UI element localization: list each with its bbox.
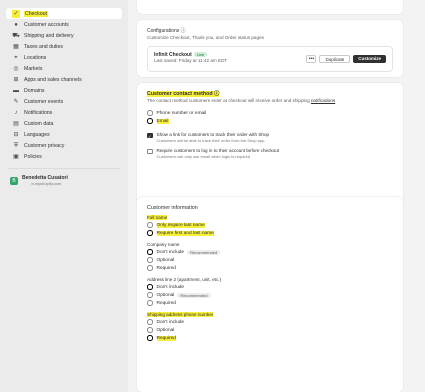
sidebar-item-label: Customer accounts xyxy=(24,21,69,28)
radio-selected-icon xyxy=(147,335,153,341)
sidebar-item-label: Customer events xyxy=(24,98,64,105)
previous-card xyxy=(137,0,403,14)
locations-icon: ⌖ xyxy=(14,54,18,61)
recommended-badge: Recommended xyxy=(177,292,211,298)
taxes-icon: ▦ xyxy=(13,43,19,50)
duplicate-button[interactable]: Duplicate xyxy=(319,55,351,63)
markets-icon: ◎ xyxy=(13,65,19,72)
radio-selected-icon xyxy=(147,284,153,290)
sidebar-item-customer-privacy[interactable]: ⛨ Customer privacy xyxy=(6,140,122,151)
sidebar-item-apps-and-sales-channels[interactable]: ⊞ Apps and sales channels xyxy=(6,74,122,85)
store-avatar: B xyxy=(10,176,18,185)
sidebar-item-locations[interactable]: ⌖ Locations xyxy=(6,52,122,63)
radio-icon xyxy=(147,257,153,263)
contact-method-description: The contact method customers enter at ch… xyxy=(147,98,311,103)
radio-company-optional[interactable]: Optional xyxy=(147,256,393,264)
domains-icon: ▬ xyxy=(13,87,19,94)
radio-only-last-name[interactable]: Only require last name xyxy=(147,221,393,229)
languages-icon: ⊟ xyxy=(13,131,19,138)
radio-icon xyxy=(147,319,153,325)
sidebar-item-customer-accounts[interactable]: ● Customer accounts xyxy=(6,19,122,30)
radio-email[interactable]: Email xyxy=(147,117,393,125)
settings-sidebar: ✓ Checkout ● Customer accounts ⛟ Shipping and… xyxy=(0,0,128,392)
contact-method-title: Customer contact method ⓘ xyxy=(147,91,220,97)
sidebar-item-label: Domains xyxy=(24,87,45,94)
privacy-icon: ⛨ xyxy=(13,142,19,149)
radio-address2-dont-include[interactable]: Don't include xyxy=(147,283,393,291)
radio-first-and-last-name[interactable]: Require first and last name xyxy=(147,229,393,237)
customer-accounts-icon: ● xyxy=(14,21,18,28)
store-domain: b.myshopify.com xyxy=(31,181,62,186)
recommended-badge: Recommended xyxy=(187,249,221,255)
sidebar-item-domains[interactable]: ▬ Domains xyxy=(6,85,122,96)
configurations-card: Configurations ⓘ Customize Checkout, Tha… xyxy=(137,20,403,77)
sidebar-item-custom-data[interactable]: ▤ Custom data xyxy=(6,118,122,129)
policies-icon: ▣ xyxy=(13,153,19,160)
configurations-title: Configurations ⓘ xyxy=(147,28,186,34)
radio-company-dont-include[interactable]: Don't include Recommended xyxy=(147,248,393,256)
radio-address2-optional[interactable]: Optional Recommended xyxy=(147,291,393,299)
sidebar-item-label: Languages xyxy=(24,131,50,138)
customize-button[interactable]: Customize xyxy=(353,55,386,63)
sidebar-item-policies[interactable]: ▣ Policies xyxy=(6,151,122,162)
radio-icon xyxy=(147,222,153,228)
customer-events-icon: ✎ xyxy=(13,98,19,105)
radio-selected-icon xyxy=(147,118,153,124)
radio-address2-required[interactable]: Required xyxy=(147,299,393,307)
radio-icon xyxy=(147,327,153,333)
checkbox-checked-icon: ✓ xyxy=(147,132,153,139)
sidebar-item-shipping-and-delivery[interactable]: ⛟ Shipping and delivery xyxy=(6,30,122,41)
sidebar-item-label: Locations xyxy=(24,54,47,61)
radio-icon xyxy=(147,110,153,116)
sidebar-item-label: Apps and sales channels xyxy=(24,76,82,83)
radio-selected-icon xyxy=(147,230,153,236)
sidebar-item-languages[interactable]: ⊟ Languages xyxy=(6,129,122,140)
sidebar-item-label: Notifications xyxy=(24,109,53,116)
notifications-link[interactable]: notifications xyxy=(311,98,335,103)
notifications-icon: ♪ xyxy=(14,109,18,116)
store-switcher[interactable]: B Benedetta Cusatori b.myshopify.com xyxy=(10,175,118,186)
radio-company-required[interactable]: Required xyxy=(147,264,393,272)
sidebar-item-label: Taxes and duties xyxy=(24,43,63,50)
sidebar-item-label: Markets xyxy=(24,65,43,72)
sidebar-item-checkout[interactable]: ✓ Checkout xyxy=(6,8,122,19)
sidebar-item-markets[interactable]: ◎ Markets xyxy=(6,63,122,74)
more-actions-button[interactable]: ••• xyxy=(306,55,317,63)
sidebar-item-label: Checkout xyxy=(24,10,48,17)
radio-icon xyxy=(147,292,153,298)
apps-icon: ⊞ xyxy=(13,76,19,83)
checkbox-icon xyxy=(147,148,153,154)
sidebar-item-customer-events[interactable]: ✎ Customer events xyxy=(6,96,122,107)
checkout-icon: ✓ xyxy=(12,9,20,18)
shipping-icon: ⛟ xyxy=(12,32,20,39)
live-badge: Live xyxy=(193,52,208,57)
full-name-label: Full name xyxy=(147,215,168,220)
radio-icon xyxy=(147,265,153,271)
sidebar-item-label: Shipping and delivery xyxy=(24,32,74,39)
checkout-config-row: Infinit Checkout Live Last saved: Friday … xyxy=(147,46,393,72)
radio-phone-optional[interactable]: Optional xyxy=(147,326,393,334)
sidebar-item-label: Customer privacy xyxy=(24,142,65,149)
radio-selected-icon xyxy=(147,249,153,255)
custom-data-icon: ▤ xyxy=(13,120,19,127)
shipping-phone-label: Shipping address phone number xyxy=(147,312,214,317)
sidebar-item-notifications[interactable]: ♪ Notifications xyxy=(6,107,122,118)
sidebar-item-label: Policies xyxy=(24,153,42,160)
radio-phone-or-email[interactable]: Phone number or email xyxy=(147,109,393,117)
sidebar-item-taxes-and-duties[interactable]: ▦ Taxes and duties xyxy=(6,41,122,52)
customer-information-card: Customer information Full name Only requ… xyxy=(137,197,403,392)
sidebar-item-label: Custom data xyxy=(24,120,54,127)
require-login-help: Customers can only use email when login … xyxy=(156,154,251,159)
radio-icon xyxy=(147,300,153,306)
radio-phone-dont-include[interactable]: Don't include xyxy=(147,318,393,326)
configurations-description: Customize Checkout, Thank you, and Order… xyxy=(147,35,264,40)
sidebar-divider xyxy=(8,168,120,169)
radio-phone-required[interactable]: Required xyxy=(147,334,393,342)
customer-information-title: Customer information xyxy=(147,205,198,211)
